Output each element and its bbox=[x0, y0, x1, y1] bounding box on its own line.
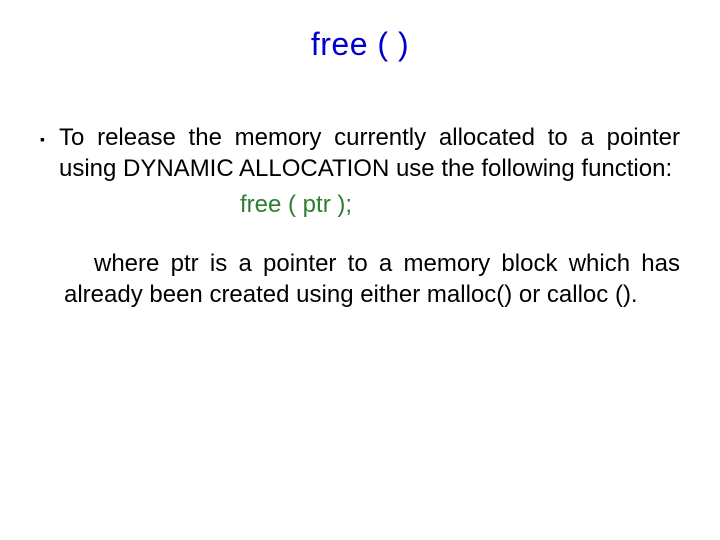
slide: free ( ) ▪ To release the memory current… bbox=[0, 0, 720, 540]
slide-body: ▪ To release the memory currently alloca… bbox=[40, 123, 680, 311]
bullet-item: ▪ To release the memory currently alloca… bbox=[40, 123, 680, 184]
body-paragraph: where ptr is a pointer to a memory block… bbox=[64, 249, 680, 310]
bullet-text: To release the memory currently allocate… bbox=[59, 123, 680, 184]
slide-title: free ( ) bbox=[40, 26, 680, 63]
bullet-marker-icon: ▪ bbox=[40, 124, 45, 154]
code-example: free ( ptr ); bbox=[40, 190, 680, 221]
